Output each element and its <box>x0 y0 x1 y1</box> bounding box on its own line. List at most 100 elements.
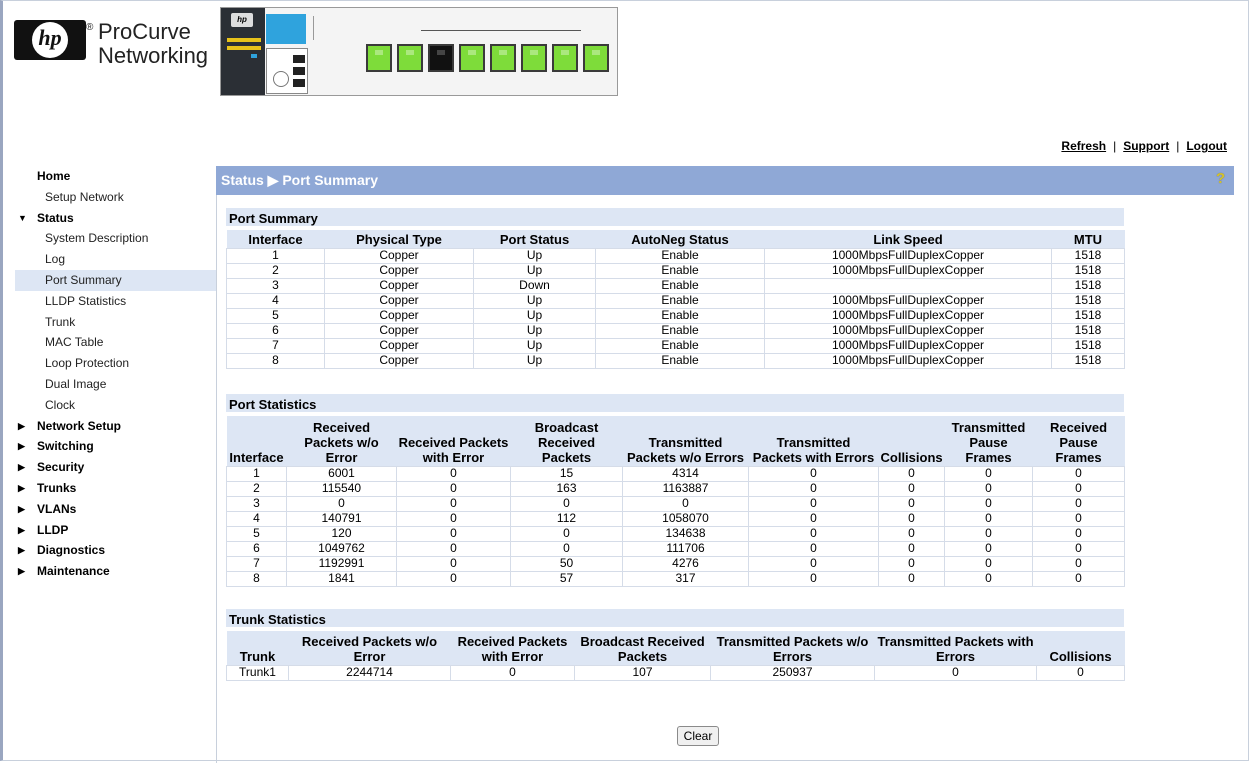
top-links: Refresh | Support | Logout <box>1061 139 1227 153</box>
trunk-statistics-col-header: Collisions <box>1036 631 1125 665</box>
table-row: 2 Copper Up Enable 1000MbpsFullDuplexCopper 1… <box>226 262 1125 279</box>
table-row: 6 1049762 0 0 111706 0 0 0 0 <box>226 540 1125 557</box>
table-cell: Enable <box>595 292 765 309</box>
table-cell: 0 <box>878 510 945 527</box>
switch-port-4[interactable] <box>459 44 485 72</box>
hp-logo-icon: hp <box>14 20 86 60</box>
table-cell: 6001 <box>286 465 397 482</box>
table-cell: 0 <box>748 495 879 512</box>
port-statistics-col-header: Interface <box>226 416 287 466</box>
sidebar-item-label: Dual Image <box>45 377 107 391</box>
switch-port-strip <box>366 44 614 76</box>
table-cell: 112 <box>510 510 623 527</box>
table-cell: 1000MbpsFullDuplexCopper <box>764 322 1052 339</box>
sidebar-item-diagnostics[interactable]: ▶ Diagnostics <box>15 540 216 561</box>
table-cell: 1000MbpsFullDuplexCopper <box>764 292 1052 309</box>
table-cell: 0 <box>748 480 879 497</box>
port-summary-col-header: Interface <box>226 230 325 248</box>
table-cell: 115540 <box>286 480 397 497</box>
port-statistics-col-header: Broadcast Received Packets <box>510 416 623 466</box>
sidebar-item-trunks[interactable]: ▶ Trunks <box>15 478 216 499</box>
table-cell: 140791 <box>286 510 397 527</box>
table-cell: 0 <box>1032 525 1125 542</box>
table-cell: 0 <box>396 570 511 587</box>
table-cell: 1058070 <box>622 510 749 527</box>
sidebar-item-maintenance[interactable]: ▶ Maintenance <box>15 561 216 582</box>
switch-port-6[interactable] <box>521 44 547 72</box>
table-cell: 1518 <box>1051 307 1125 324</box>
table-cell: Copper <box>324 337 474 354</box>
table-cell: 0 <box>396 465 511 482</box>
switch-port-5[interactable] <box>490 44 516 72</box>
sidebar-item-port-summary[interactable]: Port Summary <box>15 270 216 291</box>
sidebar-item-vlans[interactable]: ▶ VLANs <box>15 499 216 520</box>
trunk-statistics-heading: Trunk Statistics <box>226 609 1124 629</box>
switch-port-2[interactable] <box>397 44 423 72</box>
sidebar-item-network-setup[interactable]: ▶ Network Setup <box>15 416 216 437</box>
port-summary-col-header: Physical Type <box>324 230 474 248</box>
table-cell: 1518 <box>1051 262 1125 279</box>
sidebar-item-system-description[interactable]: System Description <box>15 228 216 249</box>
table-cell: Enable <box>595 247 765 264</box>
sidebar-item-security[interactable]: ▶ Security <box>15 457 216 478</box>
sidebar-item-label: Security <box>37 460 85 475</box>
table-row: 3 Copper Down Enable 1518 <box>226 277 1125 294</box>
table-cell: 0 <box>878 480 945 497</box>
trunk-statistics-col-header: Broadcast Received Packets <box>574 631 711 665</box>
table-cell: 0 <box>944 525 1033 542</box>
logout-link[interactable]: Logout <box>1186 139 1227 153</box>
sidebar-item-status[interactable]: ▼ Status <box>15 208 216 229</box>
sidebar-item-lldp-statistics[interactable]: LLDP Statistics <box>15 291 216 312</box>
table-cell: 0 <box>622 495 749 512</box>
switch-port-7[interactable] <box>552 44 578 72</box>
clear-button[interactable]: Clear <box>677 726 719 746</box>
sidebar-item-mac-table[interactable]: MAC Table <box>15 332 216 353</box>
table-cell: 0 <box>1032 555 1125 572</box>
triangle-right-icon: ▶ <box>18 524 25 535</box>
sidebar-item-lldp[interactable]: ▶ LLDP <box>15 520 216 541</box>
table-cell: 1163887 <box>622 480 749 497</box>
trunk-statistics-section: Trunk Statistics Trunk Received Packets w… <box>226 609 1125 681</box>
trunk-statistics-col-header: Trunk <box>226 631 289 665</box>
switch-port-1[interactable] <box>366 44 392 72</box>
table-cell: Copper <box>324 247 474 264</box>
help-icon[interactable]: ? <box>1216 170 1228 187</box>
table-row: 2 115540 0 163 1163887 0 0 0 0 <box>226 480 1125 497</box>
table-cell: 3 <box>226 495 287 512</box>
sidebar-item-trunk[interactable]: Trunk <box>15 312 216 333</box>
support-link[interactable]: Support <box>1123 139 1169 153</box>
sidebar-item-home[interactable]: Home <box>15 166 216 187</box>
sidebar-item-loop-protection[interactable]: Loop Protection <box>15 353 216 374</box>
table-cell: 1000MbpsFullDuplexCopper <box>764 262 1052 279</box>
table-cell: Up <box>473 262 596 279</box>
table-cell: 0 <box>944 570 1033 587</box>
table-cell: Copper <box>324 322 474 339</box>
sidebar-item-clock[interactable]: Clock <box>15 395 216 416</box>
table-cell: Up <box>473 292 596 309</box>
table-cell: 0 <box>396 510 511 527</box>
switch-port-8[interactable] <box>583 44 609 72</box>
page-title-bar: Status ▶ Port Summary ? <box>216 166 1234 195</box>
sidebar-item-log[interactable]: Log <box>15 249 216 270</box>
port-statistics-col-header: Received Pause Frames <box>1032 416 1125 466</box>
refresh-link[interactable]: Refresh <box>1061 139 1106 153</box>
sidebar-item-label: Status <box>37 210 74 225</box>
table-cell: Up <box>473 352 596 369</box>
table-cell: 0 <box>396 525 511 542</box>
table-row: 8 1841 0 57 317 0 0 0 0 <box>226 570 1125 587</box>
switch-port-3[interactable] <box>428 44 454 72</box>
table-cell: 1518 <box>1051 337 1125 354</box>
sidebar-item-dual-image[interactable]: Dual Image <box>15 374 216 395</box>
table-cell: 0 <box>510 495 623 512</box>
table-cell: 3 <box>226 277 325 294</box>
sidebar-item-switching[interactable]: ▶ Switching <box>15 436 216 457</box>
table-cell: Copper <box>324 307 474 324</box>
triangle-right-icon: ▶ <box>18 503 25 514</box>
table-cell: 0 <box>748 540 879 557</box>
port-statistics-col-header: Collisions <box>878 416 945 466</box>
table-cell: 134638 <box>622 525 749 542</box>
table-row: 1 Copper Up Enable 1000MbpsFullDuplexCopper 1… <box>226 247 1125 264</box>
table-cell <box>764 277 1052 294</box>
sidebar-item-setup-network[interactable]: Setup Network <box>15 187 216 208</box>
table-cell: Copper <box>324 262 474 279</box>
